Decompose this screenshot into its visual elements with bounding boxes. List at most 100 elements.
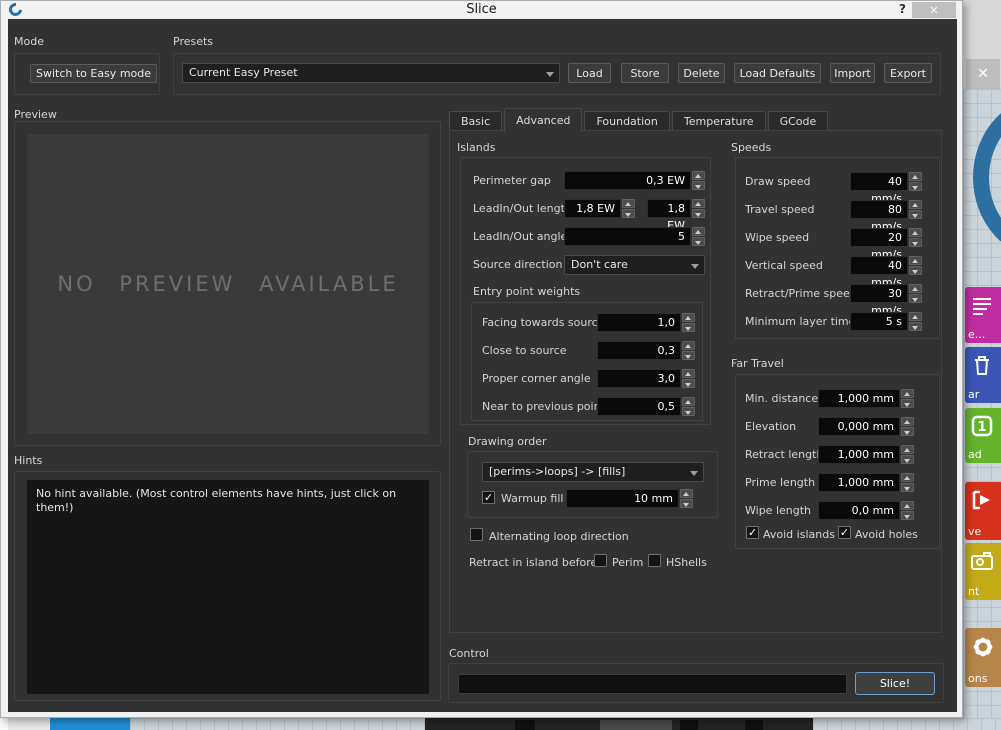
spinner-up-icon[interactable] [692,171,705,180]
retract-length-field[interactable]: 1,000 mm [818,445,900,464]
window-close-button[interactable]: ✕ [912,2,956,18]
spinner-down-icon[interactable] [901,511,914,520]
spinner-down-icon[interactable] [692,181,705,190]
facing-towards-source-field[interactable]: 1,0 [597,313,681,332]
spinner-down-icon[interactable] [682,323,695,332]
near-to-previous-point-field[interactable]: 0,5 [597,397,681,416]
spinner-up-icon[interactable] [909,284,922,293]
spinner-up-icon[interactable] [680,489,693,498]
retract-perim-label: Perim [612,556,643,569]
drawing-order-select[interactable]: [perims->loops] -> [fills] [482,462,704,482]
spinner-down-icon[interactable] [909,238,922,247]
spinner-up-icon[interactable] [909,228,922,237]
bottom-toolbar-item[interactable] [745,720,763,730]
travel-speed-field[interactable]: 80 mm/s [850,200,908,219]
toolbar-print-button[interactable]: nt [965,543,1001,600]
perimeter-gap-field[interactable]: 0,3 EW [564,171,691,190]
alternating-loop-direction-checkbox[interactable] [470,528,483,541]
wipe-length-field[interactable]: 0,0 mm [818,501,900,520]
slice-button[interactable]: Slice! [855,672,935,695]
bottom-toolbar-item[interactable] [515,720,535,730]
warmup-fill-checkbox[interactable] [482,491,495,504]
vertical-speed-field[interactable]: 40 mm/s [850,256,908,275]
avoid-holes-checkbox[interactable] [838,526,851,539]
toolbar-clear-button[interactable]: ar [965,347,1001,403]
wipe-length-spinner [901,501,914,520]
spinner-up-icon[interactable] [682,341,695,350]
spinner-up-icon[interactable] [622,199,635,208]
preset-load-button[interactable]: Load [568,63,611,83]
toolbar-load-button[interactable]: 1 ad [965,408,1001,463]
avoid-islands-checkbox[interactable] [746,526,759,539]
spinner-down-icon[interactable] [901,427,914,436]
wipe-speed-field[interactable]: 20 mm/s [850,228,908,247]
spinner-up-icon[interactable] [682,313,695,322]
spinner-down-icon[interactable] [692,209,705,218]
tab-temperature[interactable]: Temperature [672,111,766,131]
spinner-up-icon[interactable] [909,256,922,265]
leadinout-angle-field[interactable]: 5 [564,227,691,246]
preset-select[interactable]: Current Easy Preset [182,63,560,83]
retract-hshells-checkbox[interactable] [648,554,661,567]
spinner-down-icon[interactable] [901,483,914,492]
switch-easy-mode-button[interactable]: Switch to Easy mode [30,64,157,83]
close-to-source-field[interactable]: 0,3 [597,341,681,360]
minimum-layer-time-field[interactable]: 5 s [850,312,908,331]
spinner-down-icon[interactable] [909,266,922,275]
bottom-toolbar-item[interactable] [680,720,698,730]
spinner-down-icon[interactable] [909,322,922,331]
spinner-down-icon[interactable] [909,210,922,219]
spinner-up-icon[interactable] [682,369,695,378]
min-distance-field[interactable]: 1,000 mm [818,389,900,408]
spinner-down-icon[interactable] [680,499,693,508]
tab-basic[interactable]: Basic [449,111,502,131]
preset-export-button[interactable]: Export [884,63,932,83]
preset-load-defaults-button[interactable]: Load Defaults [734,63,821,83]
preset-import-button[interactable]: Import [830,63,875,83]
spinner-down-icon[interactable] [622,209,635,218]
tab-advanced[interactable]: Advanced [504,108,582,132]
leadinout-length-field-2[interactable]: 1,8 EW [647,199,691,218]
spinner-down-icon[interactable] [909,182,922,191]
spinner-up-icon[interactable] [901,473,914,482]
warmup-fill-field[interactable]: 10 mm [566,489,679,508]
spinner-up-icon[interactable] [692,199,705,208]
bottom-blue-button[interactable] [50,718,130,730]
leadinout-length-field-1[interactable]: 1,8 EW [564,199,621,218]
draw-speed-field[interactable]: 40 mm/s [850,172,908,191]
elevation-field[interactable]: 0,000 mm [818,417,900,436]
spinner-up-icon[interactable] [909,200,922,209]
retract-prime-speed-spinner [909,284,922,303]
source-direction-select[interactable]: Don't care [564,255,705,275]
toolbar-save-button[interactable]: ve [965,482,1001,540]
spinner-up-icon[interactable] [692,227,705,236]
preset-store-button[interactable]: Store [621,63,669,83]
spinner-down-icon[interactable] [682,379,695,388]
spinner-up-icon[interactable] [909,172,922,181]
proper-corner-angle-field[interactable]: 3,0 [597,369,681,388]
tab-gcode[interactable]: GCode [768,111,829,131]
retract-perim-checkbox[interactable] [594,554,607,567]
spinner-up-icon[interactable] [901,501,914,510]
spinner-down-icon[interactable] [682,407,695,416]
spinner-up-icon[interactable] [682,397,695,406]
panel-close-button[interactable]: ✕ [966,59,1000,89]
spinner-down-icon[interactable] [901,399,914,408]
spinner-up-icon[interactable] [909,312,922,321]
spinner-up-icon[interactable] [901,417,914,426]
help-button[interactable]: ? [899,2,906,16]
toolbar-slice-button[interactable]: e... [965,287,1001,343]
spinner-down-icon[interactable] [692,237,705,246]
tab-foundation[interactable]: Foundation [584,111,669,131]
travel-speed-label: Travel speed [745,203,814,216]
prime-length-field[interactable]: 1,000 mm [818,473,900,492]
spinner-down-icon[interactable] [909,294,922,303]
toolbar-options-button[interactable]: ons [965,628,1001,687]
bottom-toolbar-dropdown[interactable] [600,720,672,730]
spinner-up-icon[interactable] [901,389,914,398]
retract-prime-speed-field[interactable]: 30 mm/s [850,284,908,303]
preset-delete-button[interactable]: Delete [678,63,725,83]
spinner-down-icon[interactable] [901,455,914,464]
spinner-down-icon[interactable] [682,351,695,360]
spinner-up-icon[interactable] [901,445,914,454]
